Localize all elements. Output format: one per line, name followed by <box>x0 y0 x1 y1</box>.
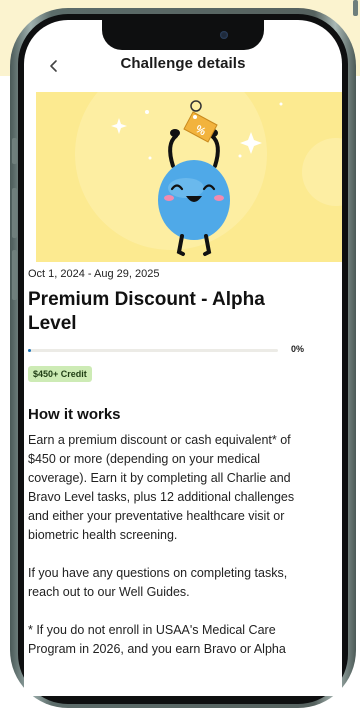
description-paragraph: Earn a premium discount or cash equivale… <box>28 433 295 542</box>
mascot-illustration: % <box>75 92 342 256</box>
progress-fill <box>28 349 31 352</box>
date-range: Oct 1, 2024 - Aug 29, 2025 <box>28 268 160 280</box>
footnote-paragraph: * If you do not enroll in USAA's Medical… <box>28 623 286 656</box>
phone-mute-switch <box>12 138 17 164</box>
section-heading: How it works <box>28 406 121 423</box>
credit-badge: $450+ Credit <box>28 366 92 382</box>
page-title: Challenge details <box>120 55 246 72</box>
app-header: Challenge details <box>24 50 342 92</box>
hero-banner: % <box>36 92 342 262</box>
progress-bar <box>28 349 278 352</box>
challenge-content: Oct 1, 2024 - Aug 29, 2025 Premium Disco… <box>28 268 304 659</box>
challenge-title: Premium Discount - Alpha Level <box>28 289 265 334</box>
phone-notch <box>102 20 264 50</box>
phone-volume-up <box>12 188 17 238</box>
help-paragraph: If you have any questions on completing … <box>28 566 288 599</box>
phone-volume-down <box>12 250 17 300</box>
camera-icon <box>220 31 228 39</box>
phone-power-button <box>353 0 358 16</box>
progress-row: 0% <box>28 344 304 358</box>
progress-percent: 0% <box>290 344 304 354</box>
